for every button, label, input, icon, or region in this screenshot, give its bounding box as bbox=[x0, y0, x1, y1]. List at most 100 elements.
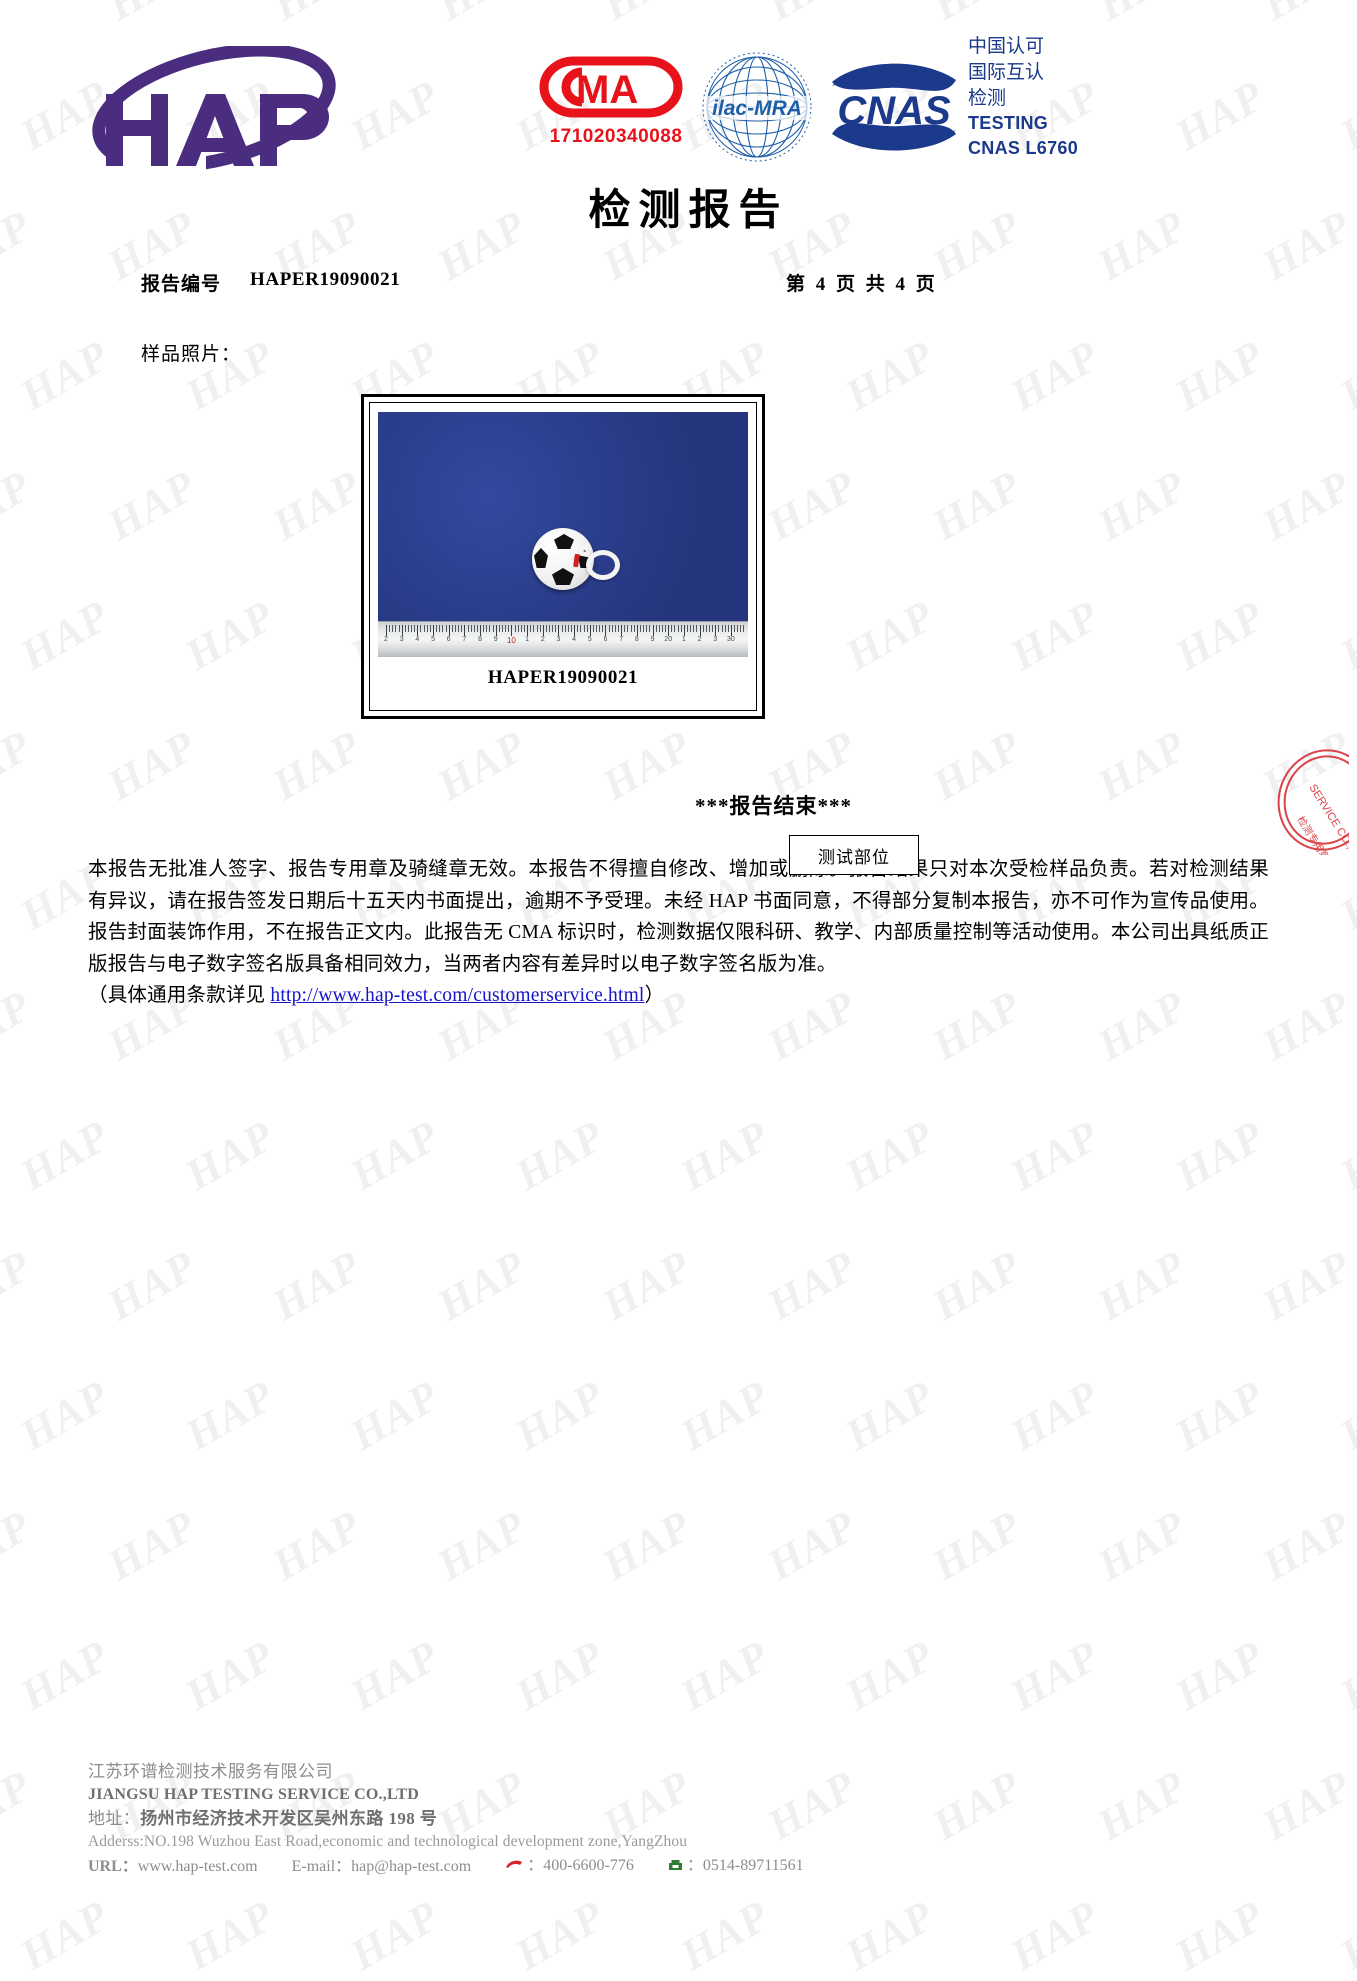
ruler-tick bbox=[721, 625, 723, 632]
footer-company-en: JIANGSU HAP TESTING SERVICE CO.,LTD bbox=[88, 1786, 419, 1804]
accreditation-text: 中国认可 国际互认 检测 TESTING CNAS L6760 bbox=[968, 34, 1078, 160]
ruler-tick bbox=[743, 625, 745, 632]
customer-service-link[interactable]: http://www.hap-test.com/customerservice.… bbox=[270, 985, 644, 1006]
disclaimer-section: 本报告无批准人签字、报告专用章及骑缝章无效。本报告不得擅自修改、增加或删除。报告… bbox=[88, 854, 1269, 1012]
ruler-number: 4 bbox=[572, 636, 577, 643]
ilac-mra-icon: ilac-MRA bbox=[700, 50, 814, 164]
footer-phone: ：400-6600-776 bbox=[505, 1855, 634, 1880]
ruler-number: 3 bbox=[399, 636, 404, 643]
report-number-value: HAPER19090021 bbox=[250, 269, 401, 290]
ruler-tick bbox=[683, 625, 685, 636]
ruler-tick bbox=[476, 625, 478, 632]
ruler-tick bbox=[451, 625, 453, 632]
footer-address-value: 扬州市经济技术开发区吴州东路 198 号 bbox=[140, 1809, 438, 1829]
ruler-tick bbox=[395, 625, 397, 632]
ruler-tick bbox=[498, 625, 500, 632]
ruler-tick bbox=[492, 625, 494, 632]
ruler-tick bbox=[636, 625, 638, 636]
ruler-tick bbox=[436, 625, 438, 632]
ruler-tick bbox=[627, 625, 629, 632]
ruler-number: 7 bbox=[462, 636, 467, 643]
ruler-tick bbox=[724, 625, 726, 632]
red-seal-stamp: SERVICE CO.,LTD 检测专用章 bbox=[1275, 745, 1357, 868]
ruler-tick bbox=[533, 625, 535, 632]
ruler-tick bbox=[580, 625, 582, 632]
ruler-tick bbox=[404, 625, 406, 632]
ruler-number: 5 bbox=[431, 636, 435, 643]
footer-email-label: E-mail： bbox=[291, 1858, 352, 1876]
ruler-tick bbox=[730, 625, 732, 636]
ruler-number: 30 bbox=[727, 636, 735, 643]
ruler-tick bbox=[392, 625, 394, 632]
ruler-tick bbox=[718, 625, 720, 632]
ruler-tick bbox=[461, 625, 463, 632]
ruler-tick bbox=[690, 625, 692, 632]
ruler-tick bbox=[420, 625, 422, 632]
ruler-tick bbox=[502, 625, 504, 632]
ruler-tick bbox=[630, 625, 632, 632]
ruler-tick bbox=[658, 625, 660, 632]
terms-prefix: （具体通用条款详见 bbox=[88, 985, 271, 1007]
report-page: MA 171020340088 ilac-MRA CNAS 中国认可 国际互认 … bbox=[0, 0, 1357, 1920]
cma-number: 171020340088 bbox=[549, 126, 683, 147]
fax-icon bbox=[668, 1857, 683, 1880]
ruler-tick bbox=[549, 625, 551, 632]
keychain-loop bbox=[586, 550, 620, 580]
ruler-tick bbox=[467, 625, 469, 632]
ruler-tick bbox=[589, 625, 591, 636]
accred-line-5: CNAS L6760 bbox=[968, 137, 1079, 158]
ruler-tick bbox=[454, 625, 456, 632]
footer-fax: ：0514-89711561 bbox=[668, 1855, 804, 1880]
measuring-ruler: 2 3 4 5 6 7 8 9 10 1 2 3 4 5 6 7 8 9 20 1 2 3 30 bbox=[378, 621, 748, 657]
ruler-tick bbox=[705, 625, 707, 632]
ruler-tick bbox=[458, 625, 460, 632]
ruler-tick bbox=[668, 625, 670, 636]
ruler-number: 4 bbox=[415, 636, 420, 643]
ruler-tick bbox=[433, 625, 435, 636]
ruler-tick bbox=[445, 625, 447, 632]
ruler-tick bbox=[602, 625, 604, 632]
ruler-tick bbox=[671, 625, 673, 632]
ruler-tick bbox=[674, 625, 676, 632]
ruler-tick bbox=[398, 625, 400, 632]
ruler-tick bbox=[423, 625, 425, 632]
ruler-tick bbox=[536, 625, 538, 632]
ruler-tick bbox=[517, 625, 519, 632]
ruler-tick bbox=[605, 625, 607, 636]
ruler-number: 10 bbox=[506, 636, 516, 645]
ruler-tick bbox=[571, 625, 572, 632]
ruler-tick bbox=[740, 625, 742, 632]
ruler-tick bbox=[737, 625, 739, 632]
ruler-number: 2 bbox=[697, 636, 702, 643]
svg-text:CNAS: CNAS bbox=[837, 89, 951, 133]
ruler-tick bbox=[665, 625, 667, 632]
ruler-tick bbox=[386, 625, 387, 636]
disclaimer-terms: （具体通用条款详见 http://www.hap-test.com/custom… bbox=[88, 980, 1269, 1012]
accred-line-2: 国际互认 bbox=[968, 61, 1045, 83]
ruler-tick bbox=[614, 625, 616, 632]
ruler-number: 6 bbox=[446, 636, 451, 643]
ruler-tick bbox=[483, 625, 485, 632]
ruler-number: 8 bbox=[478, 636, 483, 643]
ruler-tick bbox=[429, 625, 431, 632]
ruler-tick bbox=[699, 625, 701, 636]
footer-address-label: 地址： bbox=[88, 1809, 141, 1829]
ruler-tick bbox=[555, 625, 557, 632]
ruler-number: 1 bbox=[681, 636, 686, 643]
page-footer: 江苏环谱检测技术服务有限公司 JIANGSU HAP TESTING SERVI… bbox=[88, 1760, 1088, 1880]
ruler-tick bbox=[520, 625, 522, 632]
footer-email: E-mail：hap@hap-test.com bbox=[292, 1856, 472, 1879]
footer-url-label: URL： bbox=[88, 1858, 138, 1876]
report-id-row: 报告编号 HAPER19090021 第 4 页 共 4 页 bbox=[0, 269, 1357, 303]
sample-photo-area: 2 3 4 5 6 7 8 9 10 1 2 3 4 5 6 7 8 9 20 1 2 3 30 HAPER19090021… bbox=[0, 388, 1357, 875]
ruler-tick bbox=[592, 625, 594, 632]
ruler-tick bbox=[702, 625, 704, 632]
ruler-tick bbox=[473, 625, 475, 632]
ruler-tick bbox=[639, 625, 641, 632]
ruler-number: 7 bbox=[619, 636, 624, 643]
ruler-tick bbox=[596, 625, 598, 632]
ruler-tick bbox=[561, 625, 563, 632]
ruler-tick bbox=[621, 625, 623, 636]
ruler-tick bbox=[567, 625, 569, 632]
accred-line-3: 检测 bbox=[968, 87, 1007, 109]
